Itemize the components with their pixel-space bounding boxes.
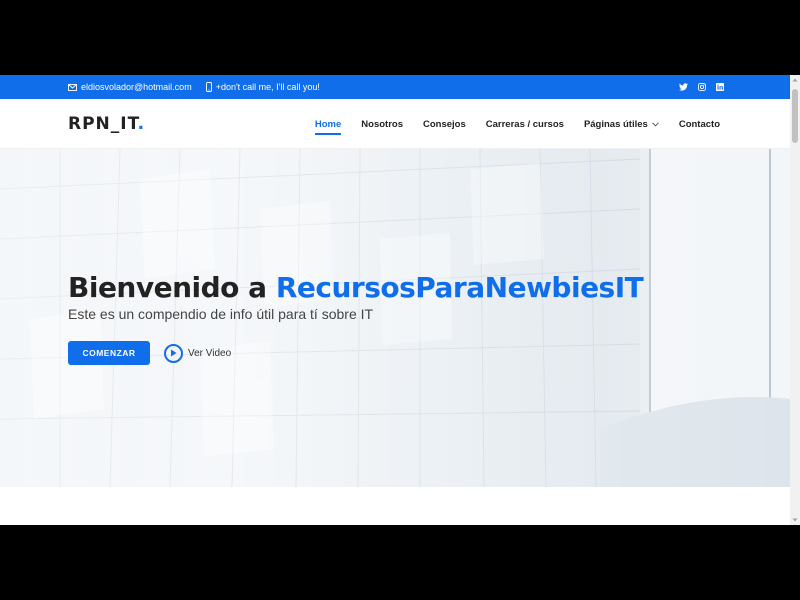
main-nav: Home Nosotros Consejos Carreras / cursos… xyxy=(295,99,720,149)
scroll-down-icon[interactable] xyxy=(790,515,800,525)
nav-item-home[interactable]: Home xyxy=(314,99,342,149)
site-header: RPN_IT. Home Nosotros Consejos Carreras … xyxy=(0,99,790,149)
instagram-icon[interactable] xyxy=(698,83,706,91)
scrollbar-thumb[interactable] xyxy=(792,89,798,143)
hero-section: Bienvenido a RecursosParaNewbiesIT Este … xyxy=(0,149,790,487)
logo-dot: . xyxy=(137,114,146,134)
browser-viewport: eldiosvolador@hotmail.com +don't call me… xyxy=(0,75,800,525)
nav-item-consejos[interactable]: Consejos xyxy=(423,99,466,149)
scroll-up-icon[interactable] xyxy=(790,75,800,85)
hero-subtitle: Este es un compendio de info útil para t… xyxy=(68,306,374,322)
social-links xyxy=(669,75,724,99)
email-text: eldiosvolador@hotmail.com xyxy=(81,82,192,92)
top-bar: eldiosvolador@hotmail.com +don't call me… xyxy=(0,75,790,99)
envelope-icon xyxy=(68,83,77,91)
watch-video-label: Ver Video xyxy=(188,347,232,359)
linkedin-icon[interactable] xyxy=(716,83,724,91)
play-icon xyxy=(164,343,183,363)
phone-contact: +don't call me, I'll call you! xyxy=(205,82,320,92)
watch-video-link[interactable]: Ver Video xyxy=(164,343,231,363)
phone-text: +don't call me, I'll call you! xyxy=(215,82,320,92)
site-logo[interactable]: RPN_IT. xyxy=(68,114,145,134)
start-button[interactable]: COMENZAR xyxy=(68,341,150,365)
nav-item-paginas-utiles[interactable]: Páginas útiles xyxy=(584,99,659,149)
hero-title-brand: RecursosParaNewbiesIT xyxy=(275,271,644,304)
page-scrollbar[interactable] xyxy=(790,75,800,525)
chevron-down-icon xyxy=(651,121,659,127)
phone-icon xyxy=(205,82,212,92)
logo-text: RPN_IT xyxy=(68,114,138,134)
email-contact[interactable]: eldiosvolador@hotmail.com xyxy=(68,82,192,92)
contact-info: eldiosvolador@hotmail.com +don't call me… xyxy=(68,75,334,99)
nav-item-contacto[interactable]: Contacto xyxy=(679,99,720,149)
hero-title: Bienvenido a RecursosParaNewbiesIT xyxy=(68,271,644,304)
nav-item-nosotros[interactable]: Nosotros xyxy=(361,99,403,149)
nav-item-carreras-cursos[interactable]: Carreras / cursos xyxy=(486,99,564,149)
content-section xyxy=(0,487,790,525)
twitter-icon[interactable] xyxy=(679,83,688,91)
